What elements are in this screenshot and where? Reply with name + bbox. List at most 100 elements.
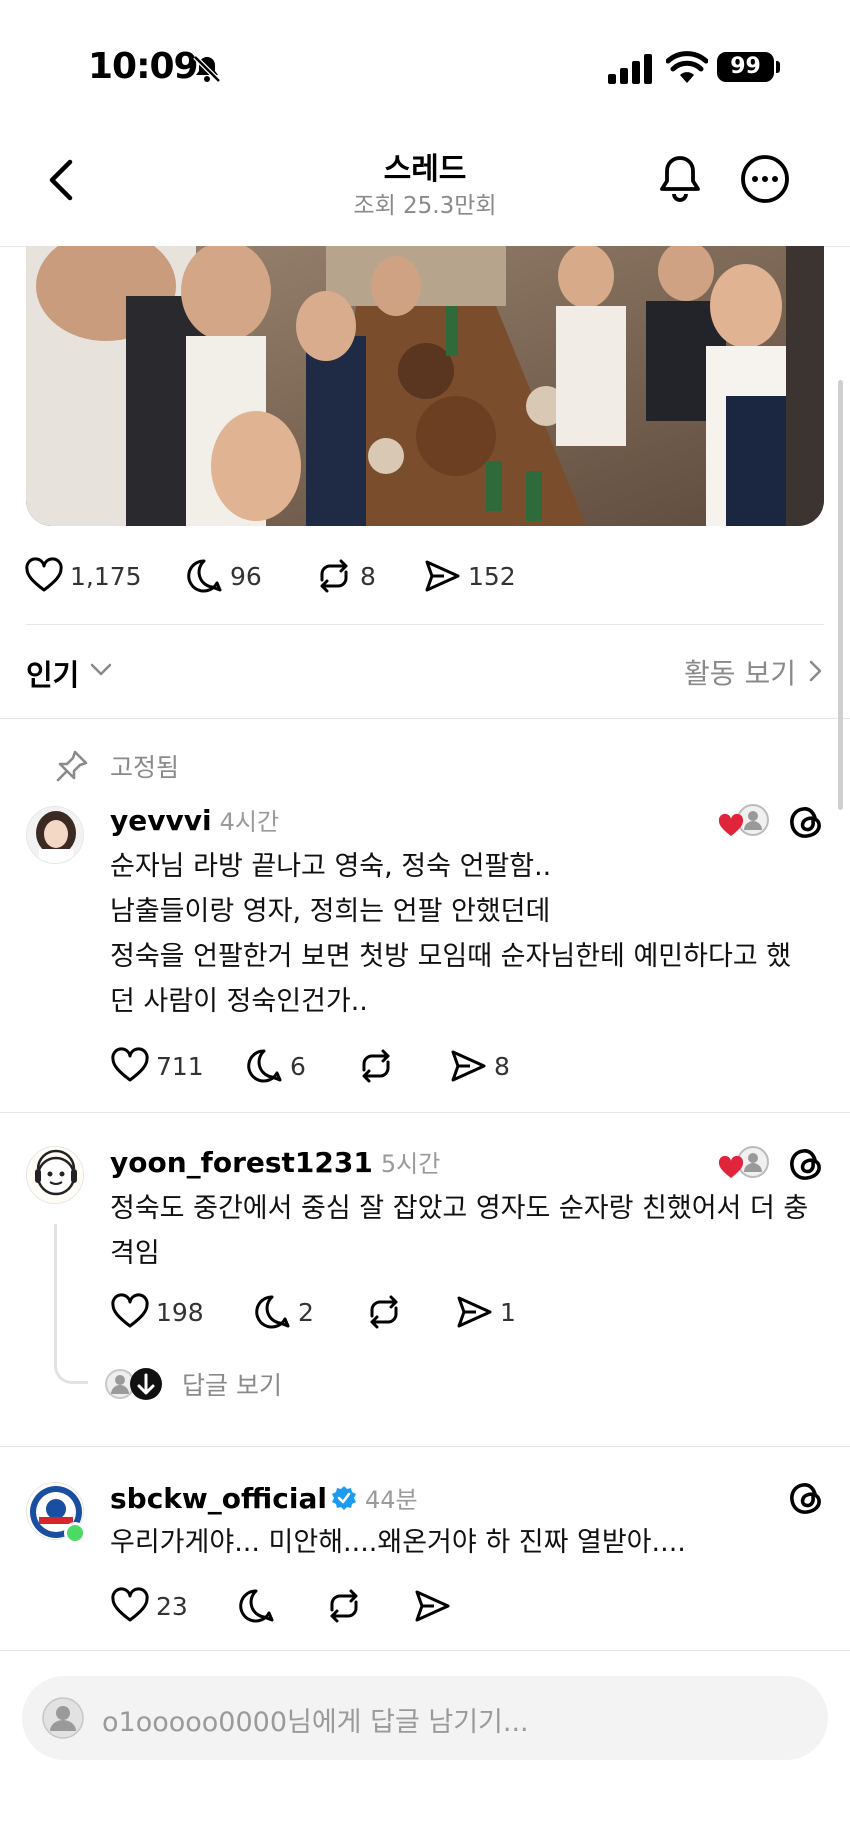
comment-actions: 23: [110, 1586, 710, 1626]
reply-input[interactable]: o1ooooo0000님에게 답글 남기기...: [22, 1676, 828, 1760]
share-icon: [415, 1590, 450, 1622]
user-avatar-image: [27, 1147, 83, 1203]
share-count: 1: [500, 1297, 516, 1327]
comment-actions: 198 2 1: [110, 1292, 710, 1332]
view-replies-label[interactable]: 답글 보기: [182, 1366, 282, 1402]
comment-divider: [0, 1650, 850, 1651]
reply-button[interactable]: 6: [244, 1046, 306, 1086]
share-button[interactable]: 8: [448, 1046, 510, 1086]
pin-icon: [56, 750, 88, 782]
share-button[interactable]: 1: [454, 1292, 516, 1332]
verified-badge-icon: [331, 1486, 356, 1510]
heart-icon: [111, 1293, 149, 1328]
threads-logo-icon[interactable]: [786, 1478, 826, 1518]
like-count: 711: [156, 1051, 204, 1081]
comment-body: 우리가게야... 미안해....왜온거야 하 진짜 열받아....: [110, 1520, 830, 1565]
pinned-label: 고정됨: [110, 753, 180, 782]
post-share-button[interactable]: 152: [422, 556, 516, 596]
comment-username[interactable]: yoon_forest1231 5시간: [110, 1144, 440, 1179]
reply-placeholder[interactable]: o1ooooo0000님에게 답글 남기기...: [102, 1700, 529, 1739]
like-count: 23: [156, 1591, 188, 1621]
heart-icon: [111, 1047, 149, 1082]
page-title: 스레드: [383, 152, 467, 187]
view-activity-link[interactable]: 활동 보기: [684, 652, 796, 692]
like-count: 198: [156, 1297, 204, 1327]
share-count: 8: [494, 1051, 510, 1081]
comment-time: 5시간: [380, 1150, 441, 1178]
comment-icon: [187, 559, 222, 593]
reply-count: 2: [298, 1297, 314, 1327]
battery-nub: [776, 61, 780, 73]
post-share-count: 152: [468, 561, 516, 591]
post-repost-count: 8: [360, 561, 376, 591]
repost-icon: [330, 1589, 358, 1623]
repost-icon: [362, 1049, 390, 1083]
pinned-indicator: 고정됨: [54, 748, 179, 784]
post-comment-count: 96: [230, 561, 262, 591]
post-like-count: 1,175: [70, 561, 142, 591]
comment-line: 남출들이랑 영자, 정희는 언팔 안했던데: [110, 896, 551, 927]
chevron-right-icon[interactable]: [804, 658, 826, 684]
comment-line: 던 사람이 정숙인건가..: [110, 986, 368, 1017]
sort-dropdown[interactable]: 인기: [26, 652, 79, 694]
battery-indicator: 99: [717, 52, 774, 82]
post-repost-button[interactable]: 8: [314, 556, 376, 596]
comment-username[interactable]: sbckw_official 44분: [110, 1480, 418, 1515]
repost-button[interactable]: [324, 1586, 364, 1626]
comment-line: 정숙도 중간에서 중심 잘 잡았고 영자도 순자랑 친했어서 더 충: [110, 1193, 809, 1224]
status-bar: 10:09 99: [0, 0, 850, 130]
user-avatar-icon: [42, 1697, 84, 1739]
post-stats: 1,175 96 8 152: [24, 556, 824, 596]
share-icon: [457, 1296, 492, 1328]
notification-bell-button[interactable]: [656, 152, 704, 204]
comment-line: 순자님 라방 끝나고 영숙, 정숙 언팔함..: [110, 851, 552, 882]
repost-icon: [370, 1295, 398, 1329]
status-time: 10:09: [88, 46, 199, 87]
view-replies-button[interactable]: 답글 보기: [104, 1366, 282, 1402]
post-like-button[interactable]: 1,175: [24, 556, 142, 596]
share-button[interactable]: [412, 1586, 452, 1626]
bell-muted-icon: [193, 55, 221, 83]
comment-divider: [0, 1112, 850, 1113]
online-status-dot: [64, 1522, 86, 1544]
stats-divider: [26, 624, 824, 625]
wifi-icon: [666, 51, 708, 83]
comment-line: 정숙을 언팔한거 보면 첫방 모임때 순자님한테 예민하다고 했: [110, 941, 792, 972]
more-options-button[interactable]: [740, 154, 790, 204]
thread-header: 스레드 조회 25.3만회: [0, 130, 850, 246]
comment-body: 순자님 라방 끝나고 영숙, 정숙 언팔함.. 남출들이랑 영자, 정희는 언팔…: [110, 844, 830, 1024]
like-button[interactable]: 198: [110, 1292, 204, 1332]
comment-actions: 711 6 8: [110, 1046, 710, 1086]
group-photo-image: [26, 246, 824, 526]
like-button[interactable]: 23: [110, 1586, 188, 1626]
reply-avatars-icon: [105, 1368, 162, 1400]
avatar[interactable]: [26, 1146, 84, 1204]
like-button[interactable]: 711: [110, 1046, 204, 1086]
author-liked-icon: [719, 1146, 769, 1178]
post-comment-button[interactable]: 96: [184, 556, 262, 596]
comment-username[interactable]: yevvvi 4시간: [110, 802, 279, 837]
reply-button[interactable]: 2: [252, 1292, 314, 1332]
cellular-signal-icon: [608, 54, 652, 84]
user-avatar-image: [27, 807, 83, 863]
repost-icon: [320, 559, 348, 593]
comment-time: 44분: [364, 1486, 418, 1514]
post-photo[interactable]: [26, 246, 824, 526]
comment-line: 우리가게야... 미안해....왜온거야 하 진짜 열받아....: [110, 1527, 686, 1558]
comment-icon: [255, 1295, 290, 1329]
thread-connector: [54, 1224, 88, 1384]
avatar[interactable]: [26, 806, 84, 864]
threads-logo-icon[interactable]: [786, 1144, 826, 1184]
threads-logo-icon[interactable]: [786, 802, 826, 842]
author-liked-icon: [719, 804, 769, 836]
repost-button[interactable]: [364, 1292, 404, 1332]
share-icon: [451, 1050, 486, 1082]
comment-time: 4시간: [219, 808, 280, 836]
repost-button[interactable]: [356, 1046, 396, 1086]
comment-line: 격임: [110, 1238, 160, 1269]
comment-icon: [247, 1049, 282, 1083]
chevron-down-icon[interactable]: [88, 656, 114, 682]
scrollbar[interactable]: [838, 380, 843, 810]
reply-button[interactable]: [236, 1586, 276, 1626]
sort-row: 인기 활동 보기: [26, 648, 826, 692]
